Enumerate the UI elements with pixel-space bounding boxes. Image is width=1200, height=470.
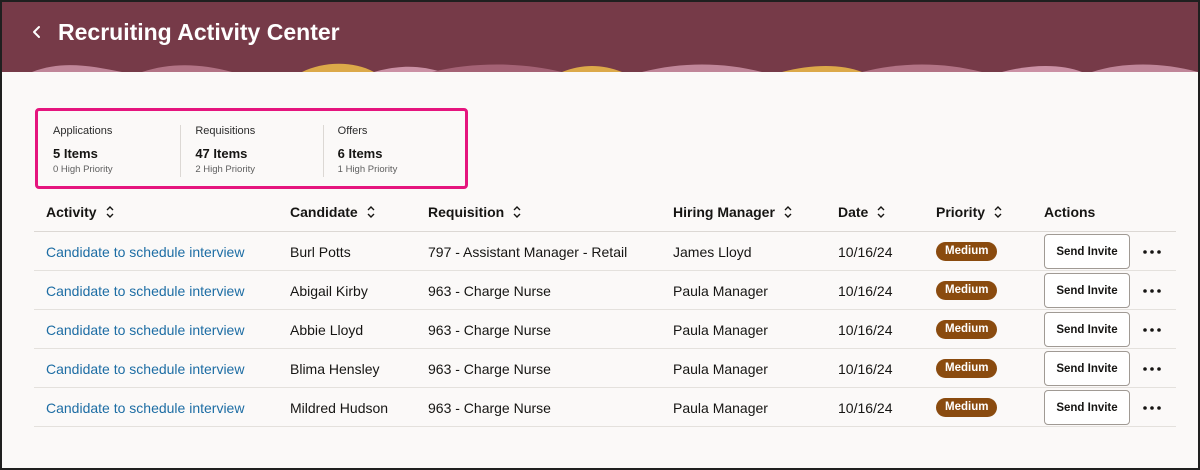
summary-label: Applications bbox=[53, 125, 113, 137]
send-invite-button[interactable]: Send Invite bbox=[1044, 351, 1130, 386]
requisition-name: 797 - Assistant Manager - Retail bbox=[428, 243, 628, 260]
activity-table: Activity Candidate Requisition Hiring Ma… bbox=[34, 192, 1176, 427]
activity-date: 10/16/24 bbox=[838, 399, 893, 416]
table-row: Candidate to schedule interview Blima He… bbox=[34, 349, 1176, 388]
page-title: Recruiting Activity Center bbox=[58, 19, 340, 45]
activity-link[interactable]: Candidate to schedule interview bbox=[46, 349, 244, 388]
requisition-name: 963 - Charge Nurse bbox=[428, 282, 551, 299]
more-horizontal-icon bbox=[1143, 366, 1161, 371]
column-header-activity[interactable]: Activity bbox=[46, 192, 115, 232]
activity-link[interactable]: Candidate to schedule interview bbox=[46, 232, 244, 271]
page-header: Recruiting Activity Center bbox=[2, 2, 1198, 72]
summary-card-offers[interactable]: Offers 6 Items 1 High Priority bbox=[322, 111, 465, 186]
priority-cell: Medium bbox=[936, 388, 998, 427]
table-row: Candidate to schedule interview Burl Pot… bbox=[34, 232, 1176, 271]
column-header-date[interactable]: Date bbox=[838, 192, 886, 232]
activity-date: 10/16/24 bbox=[838, 243, 893, 260]
more-actions-button[interactable] bbox=[1139, 271, 1165, 310]
chevron-left-icon bbox=[33, 26, 40, 38]
summary-priority: 0 High Priority bbox=[53, 164, 113, 175]
more-horizontal-icon bbox=[1143, 327, 1161, 332]
hiring-manager-name: Paula Manager bbox=[673, 321, 768, 338]
priority-badge: Medium bbox=[936, 242, 998, 261]
column-header-priority[interactable]: Priority bbox=[936, 192, 1003, 232]
priority-badge: Medium bbox=[936, 398, 998, 417]
more-actions-button[interactable] bbox=[1139, 232, 1165, 271]
column-header-label: Hiring Manager bbox=[673, 204, 775, 220]
column-header-requisition[interactable]: Requisition bbox=[428, 192, 522, 232]
table-row: Candidate to schedule interview Mildred … bbox=[34, 388, 1176, 427]
summary-count: 47 Items bbox=[195, 146, 248, 161]
more-actions-button[interactable] bbox=[1139, 349, 1165, 388]
hiring-manager-name: Paula Manager bbox=[673, 399, 768, 416]
summary-priority: 2 High Priority bbox=[195, 164, 255, 175]
app-frame: Recruiting Activity Center Applications … bbox=[0, 0, 1200, 470]
column-header-label: Activity bbox=[46, 204, 97, 220]
summary-count: 6 Items bbox=[337, 146, 383, 161]
table-header: Activity Candidate Requisition Hiring Ma… bbox=[34, 192, 1176, 232]
activity-link[interactable]: Candidate to schedule interview bbox=[46, 271, 244, 310]
priority-cell: Medium bbox=[936, 349, 998, 388]
requisition-name: 963 - Charge Nurse bbox=[428, 321, 551, 338]
more-horizontal-icon bbox=[1143, 288, 1161, 293]
summary-panel: Applications 5 Items 0 High Priority Req… bbox=[35, 108, 468, 189]
sort-icon[interactable] bbox=[105, 205, 115, 219]
summary-count: 5 Items bbox=[53, 146, 98, 161]
activity-date: 10/16/24 bbox=[838, 360, 893, 377]
table-row: Candidate to schedule interview Abbie Ll… bbox=[34, 310, 1176, 349]
column-header-label: Date bbox=[838, 204, 869, 220]
more-horizontal-icon bbox=[1143, 405, 1161, 410]
column-header-hiring-manager[interactable]: Hiring Manager bbox=[673, 192, 793, 232]
sort-icon[interactable] bbox=[366, 205, 376, 219]
table-row: Candidate to schedule interview Abigail … bbox=[34, 271, 1176, 310]
candidate-name: Burl Potts bbox=[290, 243, 351, 260]
send-invite-button[interactable]: Send Invite bbox=[1044, 234, 1130, 269]
sort-icon[interactable] bbox=[876, 205, 886, 219]
back-button[interactable] bbox=[24, 18, 50, 46]
sort-icon[interactable] bbox=[512, 205, 522, 219]
column-header-actions: Actions bbox=[1044, 192, 1095, 232]
more-actions-button[interactable] bbox=[1139, 388, 1165, 427]
column-header-label: Priority bbox=[936, 204, 986, 220]
summary-label: Offers bbox=[337, 125, 368, 137]
hiring-manager-name: Paula Manager bbox=[673, 360, 768, 377]
priority-badge: Medium bbox=[936, 320, 998, 339]
send-invite-button[interactable]: Send Invite bbox=[1044, 312, 1130, 347]
priority-cell: Medium bbox=[936, 232, 998, 271]
priority-cell: Medium bbox=[936, 271, 998, 310]
more-actions-button[interactable] bbox=[1139, 310, 1165, 349]
candidate-name: Blima Hensley bbox=[290, 360, 380, 377]
activity-date: 10/16/24 bbox=[838, 282, 893, 299]
column-header-label: Candidate bbox=[290, 204, 358, 220]
priority-badge: Medium bbox=[936, 359, 998, 378]
sort-icon[interactable] bbox=[993, 205, 1003, 219]
activity-date: 10/16/24 bbox=[838, 321, 893, 338]
summary-card-requisitions[interactable]: Requisitions 47 Items 2 High Priority bbox=[180, 111, 322, 186]
requisition-name: 963 - Charge Nurse bbox=[428, 399, 551, 416]
summary-label: Requisitions bbox=[195, 125, 256, 137]
requisition-name: 963 - Charge Nurse bbox=[428, 360, 551, 377]
priority-cell: Medium bbox=[936, 310, 998, 349]
column-header-label: Requisition bbox=[428, 204, 505, 220]
hiring-manager-name: James Lloyd bbox=[673, 243, 752, 260]
column-header-label: Actions bbox=[1044, 204, 1096, 220]
hiring-manager-name: Paula Manager bbox=[673, 282, 768, 299]
priority-badge: Medium bbox=[936, 281, 998, 300]
summary-priority: 1 High Priority bbox=[337, 164, 398, 175]
send-invite-button[interactable]: Send Invite bbox=[1044, 273, 1130, 308]
column-header-candidate[interactable]: Candidate bbox=[290, 192, 376, 232]
summary-card-applications[interactable]: Applications 5 Items 0 High Priority bbox=[38, 111, 180, 186]
candidate-name: Abbie Lloyd bbox=[290, 321, 364, 338]
candidate-name: Abigail Kirby bbox=[290, 282, 368, 299]
sort-icon[interactable] bbox=[783, 205, 793, 219]
send-invite-button[interactable]: Send Invite bbox=[1044, 390, 1130, 425]
more-horizontal-icon bbox=[1143, 249, 1161, 254]
candidate-name: Mildred Hudson bbox=[290, 399, 389, 416]
activity-link[interactable]: Candidate to schedule interview bbox=[46, 310, 244, 349]
activity-link[interactable]: Candidate to schedule interview bbox=[46, 388, 244, 427]
